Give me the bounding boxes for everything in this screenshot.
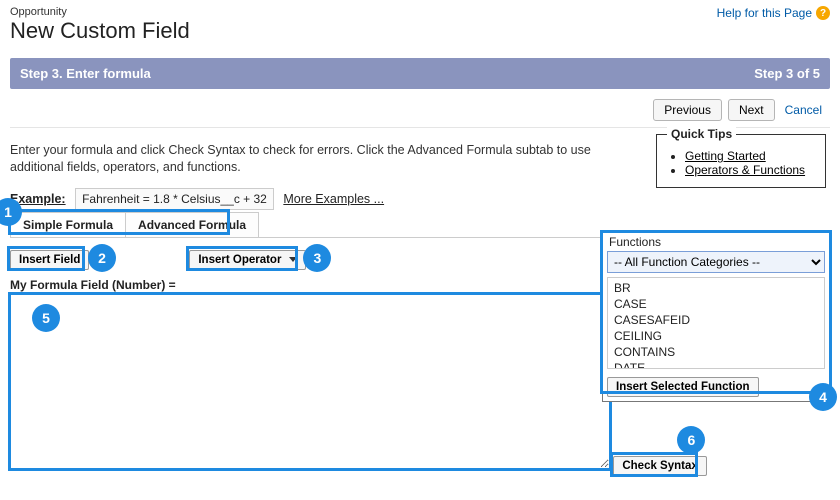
example-formula: Fahrenheit = 1.8 * Celsius__c + 32 — [75, 188, 274, 210]
step-count: Step 3 of 5 — [754, 66, 820, 81]
help-link-text: Help for this Page — [717, 6, 812, 20]
quick-tip-operators-functions[interactable]: Operators & Functions — [685, 163, 805, 177]
tab-advanced-formula[interactable]: Advanced Formula — [125, 212, 259, 237]
page-title: New Custom Field — [10, 18, 190, 44]
help-icon: ? — [816, 6, 830, 20]
instructions-text: Enter your formula and click Check Synta… — [10, 142, 640, 176]
function-item[interactable]: CASESAFEID — [608, 312, 824, 328]
function-item[interactable]: DATE — [608, 360, 824, 369]
next-button[interactable]: Next — [728, 99, 775, 121]
function-item[interactable]: CASE — [608, 296, 824, 312]
annotation-6: 6 — [677, 426, 705, 454]
function-category-select[interactable]: -- All Function Categories -- — [607, 251, 825, 273]
check-syntax-button[interactable]: Check Syntax — [613, 456, 706, 476]
breadcrumb: Opportunity — [10, 6, 190, 18]
annotation-3: 3 — [303, 244, 331, 272]
example-label: Example: — [10, 192, 66, 206]
quick-tip-getting-started[interactable]: Getting Started — [685, 149, 766, 163]
insert-field-button[interactable]: Insert Field — [10, 250, 89, 270]
functions-list[interactable]: BR CASE CASESAFEID CEILING CONTAINS DATE — [607, 277, 825, 369]
quick-tips-title: Quick Tips — [667, 127, 736, 141]
previous-button[interactable]: Previous — [653, 99, 722, 121]
more-examples-link[interactable]: More Examples ... — [283, 192, 384, 206]
insert-selected-function-button[interactable]: Insert Selected Function — [607, 377, 759, 397]
tab-simple-formula[interactable]: Simple Formula — [10, 212, 126, 237]
function-item[interactable]: CEILING — [608, 328, 824, 344]
cancel-link[interactable]: Cancel — [781, 99, 826, 121]
step-title: Step 3. Enter formula — [20, 66, 151, 81]
quick-tips-panel: Quick Tips Getting Started Operators & F… — [656, 134, 826, 188]
chevron-down-icon — [289, 257, 297, 262]
functions-panel: Functions -- All Function Categories -- … — [602, 232, 830, 402]
help-for-page-link[interactable]: Help for this Page ? — [717, 6, 830, 20]
insert-operator-button[interactable]: Insert Operator — [189, 250, 305, 270]
step-bar: Step 3. Enter formula Step 3 of 5 — [10, 58, 830, 89]
annotation-2: 2 — [88, 244, 116, 272]
functions-title: Functions — [603, 233, 829, 249]
formula-textarea[interactable] — [10, 294, 610, 469]
function-item[interactable]: BR — [608, 280, 824, 296]
insert-operator-label: Insert Operator — [198, 254, 281, 266]
function-item[interactable]: CONTAINS — [608, 344, 824, 360]
